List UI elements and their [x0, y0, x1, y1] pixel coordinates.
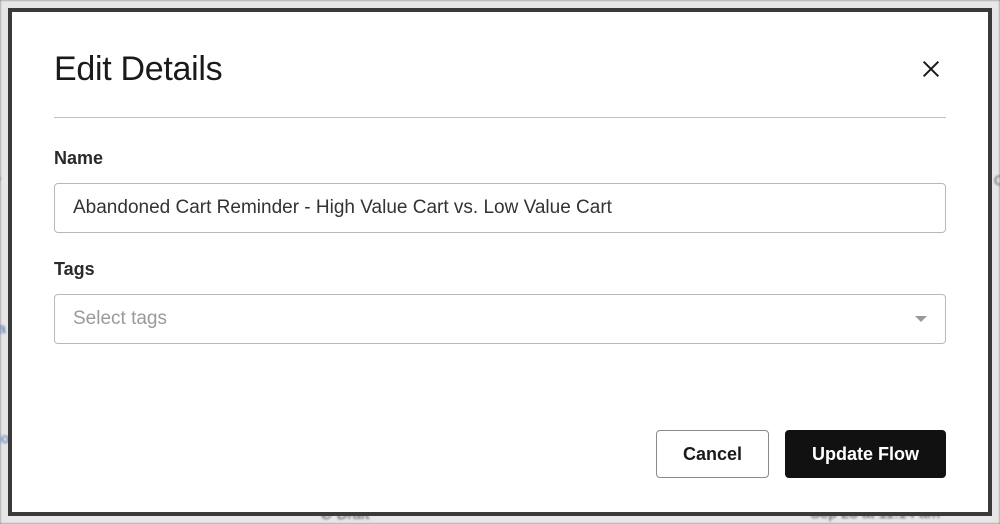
dialog-title: Edit Details	[54, 50, 222, 89]
tags-select[interactable]: Select tags	[54, 294, 946, 344]
chevron-down-icon	[915, 316, 927, 322]
update-flow-button[interactable]: Update Flow	[785, 430, 946, 478]
name-input[interactable]	[54, 183, 946, 233]
edit-details-dialog: Edit Details Name Tags Select tags Cance…	[8, 8, 992, 516]
close-icon	[920, 58, 942, 80]
close-button[interactable]	[916, 54, 946, 84]
dialog-header: Edit Details	[54, 50, 946, 89]
tags-placeholder: Select tags	[73, 308, 915, 330]
tags-label: Tags	[54, 259, 946, 280]
tags-field-group: Tags Select tags	[54, 259, 946, 344]
name-field-group: Name	[54, 148, 946, 233]
dialog-footer: Cancel Update Flow	[54, 410, 946, 478]
name-label: Name	[54, 148, 946, 169]
header-divider	[54, 117, 946, 118]
cancel-button[interactable]: Cancel	[656, 430, 769, 478]
